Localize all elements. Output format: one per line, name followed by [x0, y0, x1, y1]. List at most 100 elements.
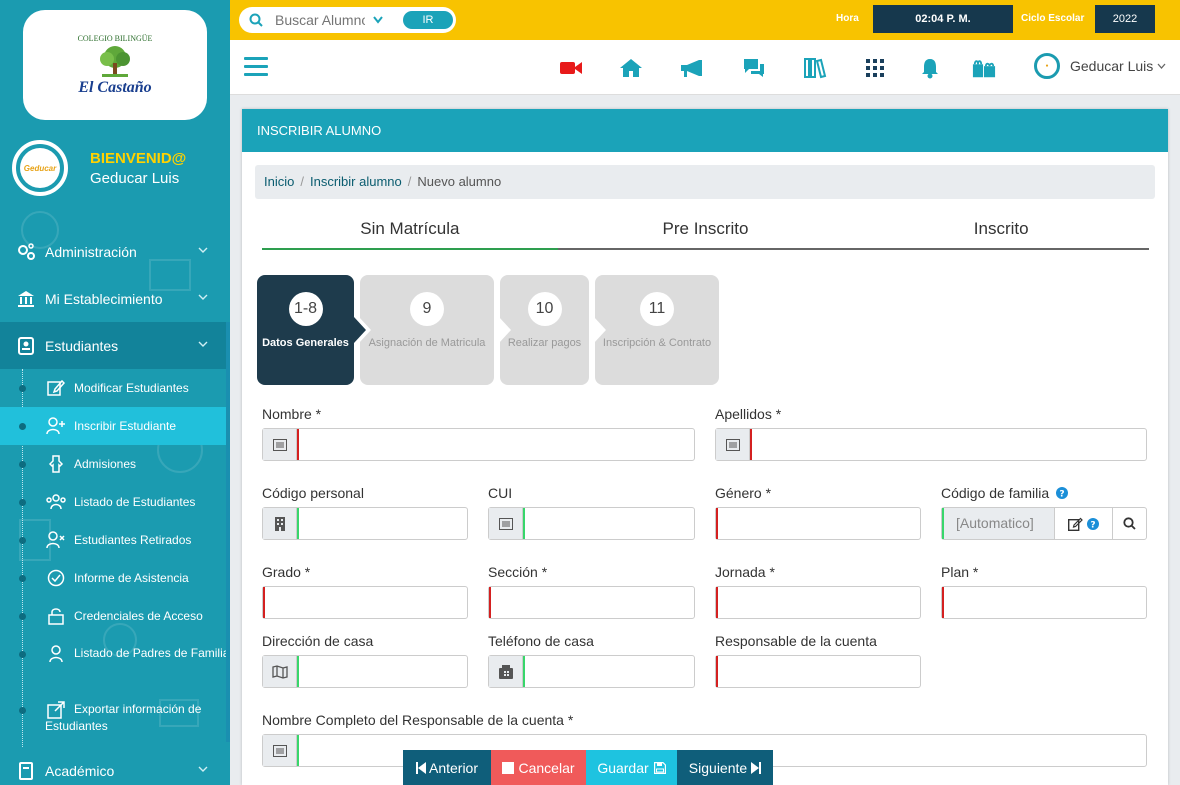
id-card-icon [15, 335, 37, 357]
bank-icon [15, 288, 37, 310]
list-icon [489, 508, 523, 539]
check-circle-icon [45, 567, 67, 589]
avatar: ● [1034, 53, 1060, 79]
chevron-down-icon[interactable] [373, 16, 383, 24]
sidebar-subitem-label: Modificar Estudiantes [74, 381, 189, 395]
breadcrumb-home-link[interactable]: Inicio [264, 174, 294, 189]
sidebar-subitem-label: Listado de Padres de Familia [74, 646, 230, 660]
grado-select[interactable] [262, 586, 468, 619]
tab-pre-inscrito[interactable]: Pre Inscrito [558, 207, 854, 248]
chat-icon[interactable] [742, 56, 766, 80]
responsable-select[interactable] [715, 655, 921, 688]
sidebar-item-mi-establecimiento[interactable]: Mi Establecimiento [0, 275, 230, 322]
cui-label: CUI [488, 485, 513, 501]
sidebar-item-label: Mi Establecimiento [45, 290, 163, 307]
user-plus-icon [45, 415, 67, 437]
step-label: Realizar pagos [507, 337, 582, 349]
card-title: INSCRIBIR ALUMNO [242, 109, 1168, 152]
search-family-button[interactable] [1112, 508, 1146, 539]
jornada-label: Jornada * [715, 564, 775, 580]
cancelar-button[interactable]: Cancelar [491, 750, 586, 785]
tab-inscrito[interactable]: Inscrito [853, 207, 1149, 248]
sidebar-subitem-listado-padres[interactable]: Listado de Padres de Familia [0, 635, 230, 691]
jornada-select[interactable] [715, 586, 921, 619]
step-forward-icon [751, 761, 762, 774]
sidebar-item-administracion[interactable]: Administración [0, 228, 230, 275]
step-number: 11 [640, 292, 674, 326]
user-menu-name: Geducar Luis [1070, 58, 1154, 74]
anterior-button[interactable]: Anterior [403, 750, 491, 785]
users-icon [45, 491, 67, 513]
anterior-label: Anterior [428, 759, 479, 776]
codigo-familia-label: Código de familia ? [941, 485, 1069, 501]
sidebar-item-academico[interactable]: Académico [0, 747, 230, 785]
tree-logo-icon [100, 45, 130, 77]
welcome-greeting: BIENVENID@ [90, 149, 187, 167]
sidebar-subitem-label: Informe de Asistencia [74, 571, 189, 585]
seccion-select[interactable] [488, 586, 695, 619]
guardar-button[interactable]: Guardar [586, 750, 677, 785]
enrollment-status-tabs: Sin Matrícula Pre Inscrito Inscrito [262, 207, 1149, 250]
telefono-field[interactable] [488, 655, 695, 688]
step-number: 9 [410, 292, 444, 326]
sidebar-item-estudiantes[interactable]: Estudiantes [0, 322, 230, 369]
bell-icon[interactable] [918, 56, 942, 80]
step-inscripcion-contrato[interactable]: 11 Inscripción & Contrato [594, 275, 719, 385]
edit-family-code-button[interactable]: ? [1054, 508, 1112, 539]
direccion-field[interactable] [262, 655, 468, 688]
chevron-down-icon [1157, 63, 1166, 69]
school-year-value[interactable]: 2022 [1095, 5, 1155, 33]
user-menu[interactable]: ● Geducar Luis [1034, 53, 1166, 79]
tab-sin-matricula[interactable]: Sin Matrícula [262, 207, 558, 250]
sidebar-scrollbar[interactable] [226, 322, 230, 742]
cui-field[interactable] [488, 507, 695, 540]
sidebar-menu: Administración Mi Establecimiento Estudi… [0, 228, 230, 785]
nombre-field[interactable] [262, 428, 695, 461]
megaphone-icon[interactable] [679, 56, 703, 80]
home-icon[interactable] [619, 56, 643, 80]
sidebar-subitem-label: Admisiones [74, 457, 137, 471]
avatar[interactable]: Geducar [12, 140, 68, 196]
search-input[interactable] [275, 12, 365, 28]
breadcrumb: Inicio / Inscribir alumno / Nuevo alumno [255, 165, 1155, 199]
hamburger-menu-icon[interactable] [244, 56, 268, 78]
codigo-familia-field: [Automatico] ? [941, 507, 1147, 540]
library-icon[interactable] [803, 56, 827, 80]
breadcrumb-section-link[interactable]: Inscribir alumno [310, 174, 402, 189]
step-label: Inscripción & Contrato [602, 337, 712, 349]
school-logo[interactable]: COLEGIO BILINGÜE El Castaño [23, 10, 207, 120]
plan-select[interactable] [941, 586, 1147, 619]
sidebar-subitem-exportar-informacion[interactable]: Exportar información de Estudiantes [0, 691, 230, 747]
sidebar-subitem-credenciales-acceso[interactable]: Credenciales de Acceso [0, 597, 230, 635]
sidebar-subitem-inscribir-estudiante[interactable]: Inscribir Estudiante [0, 407, 230, 445]
video-icon[interactable] [559, 56, 583, 80]
fax-icon [489, 656, 523, 687]
sidebar-subitem-modificar-estudiantes[interactable]: Modificar Estudiantes [0, 369, 230, 407]
search-icon [1123, 517, 1136, 530]
genero-select[interactable] [715, 507, 921, 540]
sidebar-subitem-listado-estudiantes[interactable]: Listado de Estudiantes [0, 483, 230, 521]
time-label: Hora [836, 13, 859, 24]
codigo-familia-label-text: Código de familia [941, 485, 1050, 501]
siguiente-button[interactable]: Siguiente [677, 750, 773, 785]
sidebar-subitem-label: Inscribir Estudiante [74, 419, 177, 433]
help-icon[interactable]: ? [1056, 487, 1069, 500]
svg-text:?: ? [1059, 490, 1064, 500]
cancelar-label: Cancelar [518, 759, 575, 776]
codigo-personal-field[interactable] [262, 507, 468, 540]
grado-label: Grado * [262, 564, 311, 580]
step-asignacion-matricula[interactable]: 9 Asignación de Matricula [359, 275, 494, 385]
direccion-label: Dirección de casa [262, 633, 374, 649]
search-go-button[interactable]: IR [403, 11, 453, 29]
sidebar-subitem-label: Listado de Estudiantes [74, 495, 196, 509]
step-datos-generales[interactable]: 1-8 Datos Generales [257, 275, 366, 385]
apps-grid-icon[interactable] [863, 56, 887, 80]
sidebar-subitem-informe-asistencia[interactable]: Informe de Asistencia [0, 559, 230, 597]
sidebar-subitem-admisiones[interactable]: Admisiones [0, 445, 230, 483]
step-label: Asignación de Matricula [368, 337, 486, 349]
gifts-icon[interactable] [972, 56, 996, 80]
sidebar-subitem-estudiantes-retirados[interactable]: Estudiantes Retirados [0, 521, 230, 559]
step-realizar-pagos[interactable]: 10 Realizar pagos [499, 275, 589, 385]
chevron-down-icon [198, 341, 208, 347]
apellidos-field[interactable] [715, 428, 1147, 461]
